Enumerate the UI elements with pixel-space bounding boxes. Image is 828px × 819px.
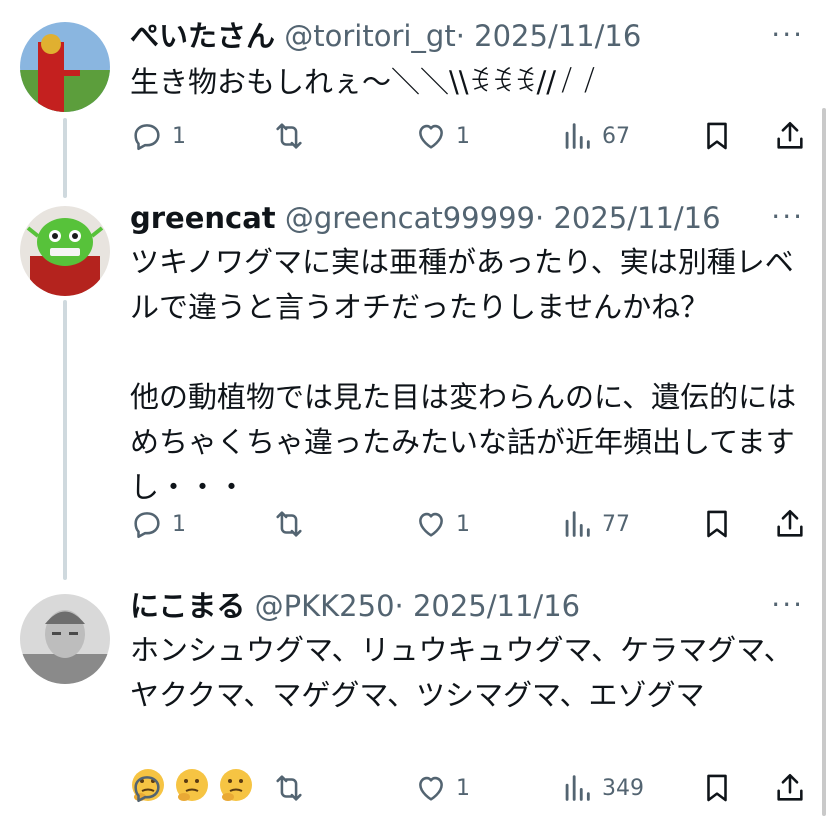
like-icon — [419, 776, 443, 801]
display-name[interactable]: にこまる — [130, 589, 245, 623]
reply-button[interactable]: 1 — [130, 502, 186, 546]
display-name[interactable]: greencat — [130, 201, 276, 235]
handle[interactable]: @toritori_gt — [284, 19, 455, 53]
repost-icon — [276, 775, 302, 801]
tweet-header: にこまる @PKK250· 2025/11/16 — [130, 586, 580, 626]
reply-count: 1 — [172, 123, 186, 149]
timestamp[interactable]: 2025/11/16 — [553, 201, 720, 235]
separator: · — [455, 19, 465, 53]
avatar[interactable] — [20, 594, 110, 684]
tweet[interactable]: greencat @greencat99999· 2025/11/16 ··· … — [0, 198, 828, 558]
like-count: 1 — [456, 123, 470, 149]
bookmark-icon — [707, 510, 727, 538]
view-count: 349 — [602, 775, 644, 801]
separator: · — [535, 201, 545, 235]
bookmark-button[interactable] — [700, 114, 734, 158]
tweet-actions: 1 1 77 — [0, 502, 828, 546]
repost-button[interactable] — [272, 766, 314, 810]
views-icon — [565, 123, 590, 149]
display-name[interactable]: ぺいたさん — [130, 19, 275, 53]
tweet-text: ツキノワグマに実は亜種があったり、実は別種レベルで違うと言うオチだったりしません… — [130, 245, 797, 504]
tweet-header: ぺいたさん @toritori_gt· 2025/11/16 — [130, 16, 641, 56]
tweet-actions: 1 349 — [0, 766, 828, 810]
avatar[interactable] — [20, 22, 110, 112]
like-button[interactable]: 1 — [414, 766, 470, 810]
reply-icon — [134, 124, 160, 151]
avatar[interactable] — [20, 206, 110, 296]
share-icon — [777, 121, 803, 149]
handle[interactable]: @greencat99999 — [285, 201, 535, 235]
share-icon — [777, 509, 803, 537]
like-icon — [419, 124, 443, 149]
repost-icon — [276, 123, 302, 149]
reply-count: 1 — [172, 511, 186, 537]
repost-button[interactable] — [272, 114, 314, 158]
views-button[interactable]: 77 — [560, 502, 630, 546]
share-button[interactable] — [773, 766, 807, 810]
tweet[interactable]: ぺいたさん @toritori_gt· 2025/11/16 ··· 生き物おも… — [0, 16, 828, 186]
timestamp[interactable]: 2025/11/16 — [474, 19, 641, 53]
share-button[interactable] — [773, 502, 807, 546]
reply-button[interactable]: 1 — [130, 114, 186, 158]
views-button[interactable]: 67 — [560, 114, 630, 158]
bookmark-button[interactable] — [700, 502, 734, 546]
tweet[interactable]: にこまる @PKK250· 2025/11/16 ··· ホンシュウグマ、リュウ… — [0, 586, 828, 816]
separator: · — [394, 589, 404, 623]
reply-button[interactable] — [130, 766, 172, 810]
reply-icon — [134, 776, 160, 803]
reply-icon — [134, 512, 160, 539]
repost-icon — [276, 511, 302, 537]
views-button[interactable]: 349 — [560, 766, 644, 810]
like-count: 1 — [456, 775, 470, 801]
like-button[interactable]: 1 — [414, 502, 470, 546]
repost-button[interactable] — [272, 502, 314, 546]
view-count: 77 — [602, 511, 630, 537]
share-icon — [777, 773, 803, 801]
tweet-actions: 1 1 67 — [0, 114, 828, 158]
handle[interactable]: @PKK250 — [255, 589, 395, 623]
like-button[interactable]: 1 — [414, 114, 470, 158]
share-button[interactable] — [773, 114, 807, 158]
bookmark-button[interactable] — [700, 766, 734, 810]
more-icon[interactable]: ··· — [771, 590, 804, 620]
view-count: 67 — [602, 123, 630, 149]
bookmark-icon — [707, 122, 727, 150]
like-count: 1 — [456, 511, 470, 537]
tweet-text: ホンシュウグマ、リュウキュウグマ、ケラマグマ、ヤククマ、マゲグマ、ツシマグマ、エ… — [130, 633, 793, 712]
tweet-header: greencat @greencat99999· 2025/11/16 — [130, 198, 721, 238]
timestamp[interactable]: 2025/11/16 — [413, 589, 580, 623]
like-icon — [419, 512, 443, 537]
more-icon[interactable]: ··· — [771, 20, 804, 50]
bookmark-icon — [707, 774, 727, 802]
views-icon — [565, 775, 590, 801]
tweet-text: 生き物おもしれぇ〜＼＼\\ꉂꉂꉂ//／／ — [130, 65, 602, 99]
views-icon — [565, 511, 590, 537]
more-icon[interactable]: ··· — [771, 202, 804, 232]
